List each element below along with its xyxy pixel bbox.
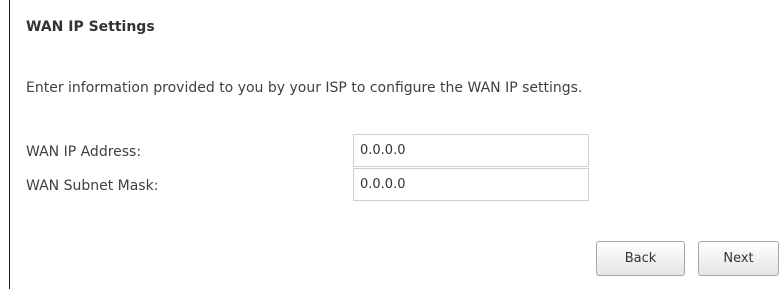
wan-ip-address-label: WAN IP Address:: [26, 144, 142, 160]
section-title: WAN IP Settings: [26, 19, 155, 35]
wan-ip-settings-panel: WAN IP Settings Enter information provid…: [9, 0, 779, 289]
wan-subnet-mask-input[interactable]: [353, 168, 589, 201]
back-button[interactable]: Back: [596, 241, 685, 276]
section-description: Enter information provided to you by you…: [26, 80, 583, 96]
wan-subnet-mask-label: WAN Subnet Mask:: [26, 178, 159, 194]
next-button[interactable]: Next: [698, 241, 779, 276]
wan-ip-address-input[interactable]: [353, 134, 589, 167]
